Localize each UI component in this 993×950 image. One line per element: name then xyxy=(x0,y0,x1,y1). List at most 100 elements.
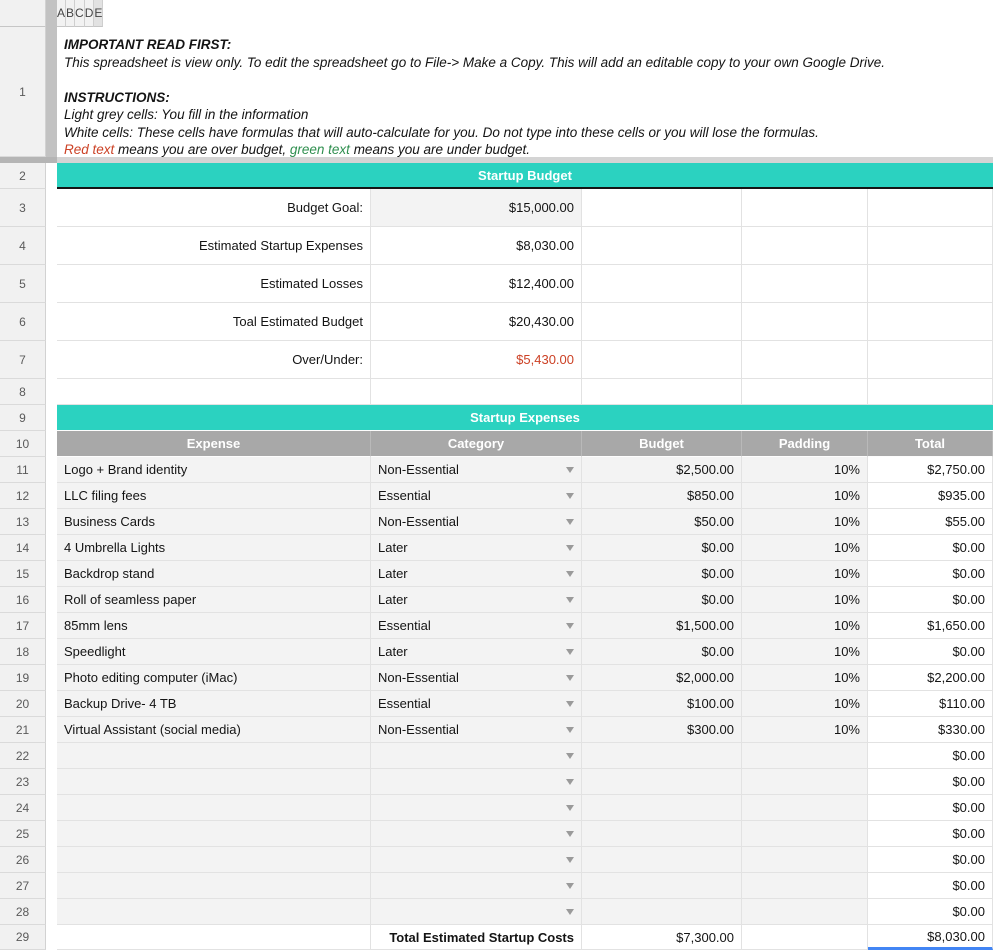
padding-value-14[interactable]: 10% xyxy=(742,535,868,561)
cell-d6[interactable] xyxy=(742,303,868,341)
summary-value-6[interactable]: $20,430.00 xyxy=(371,303,582,341)
category-dropdown-26[interactable] xyxy=(371,847,582,873)
select-all-corner[interactable] xyxy=(0,0,46,27)
padding-value-17[interactable]: 10% xyxy=(742,613,868,639)
budget-value-17[interactable]: $1,500.00 xyxy=(582,613,742,639)
summary-value-4[interactable]: $8,030.00 xyxy=(371,227,582,265)
row-number-7[interactable]: 7 xyxy=(0,341,46,379)
cell-b8[interactable] xyxy=(371,379,582,405)
category-dropdown-25[interactable] xyxy=(371,821,582,847)
expense-name-18[interactable]: Speedlight xyxy=(57,639,371,665)
expense-name-14[interactable]: 4 Umbrella Lights xyxy=(57,535,371,561)
budget-value-25[interactable] xyxy=(582,821,742,847)
summary-label-7[interactable]: Over/Under: xyxy=(57,341,371,379)
expense-name-26[interactable] xyxy=(57,847,371,873)
cell-d3[interactable] xyxy=(742,189,868,227)
row-number-19[interactable]: 19 xyxy=(0,665,46,691)
expense-name-17[interactable]: 85mm lens xyxy=(57,613,371,639)
budget-value-24[interactable] xyxy=(582,795,742,821)
dropdown-arrow-icon[interactable] xyxy=(566,675,574,681)
cell-d7[interactable] xyxy=(742,341,868,379)
category-dropdown-19[interactable]: Non-Essential xyxy=(371,665,582,691)
column-header-c[interactable]: C xyxy=(75,0,85,27)
expense-name-24[interactable] xyxy=(57,795,371,821)
cell-e6[interactable] xyxy=(868,303,993,341)
total-value-27[interactable]: $0.00 xyxy=(868,873,993,899)
row-number-8[interactable]: 8 xyxy=(0,379,46,405)
row-number-10[interactable]: 10 xyxy=(0,431,46,457)
budget-value-11[interactable]: $2,500.00 xyxy=(582,457,742,483)
header-category[interactable]: Category xyxy=(371,431,582,457)
padding-value-22[interactable] xyxy=(742,743,868,769)
instructions-cell[interactable]: IMPORTANT READ FIRST: This spreadsheet i… xyxy=(57,27,993,157)
dropdown-arrow-icon[interactable] xyxy=(566,779,574,785)
dropdown-arrow-icon[interactable] xyxy=(566,519,574,525)
expense-name-21[interactable]: Virtual Assistant (social media) xyxy=(57,717,371,743)
row-number-16[interactable]: 16 xyxy=(0,587,46,613)
expense-name-25[interactable] xyxy=(57,821,371,847)
dropdown-arrow-icon[interactable] xyxy=(566,753,574,759)
total-value-18[interactable]: $0.00 xyxy=(868,639,993,665)
category-dropdown-14[interactable]: Later xyxy=(371,535,582,561)
total-value-16[interactable]: $0.00 xyxy=(868,587,993,613)
cell-c5[interactable] xyxy=(582,265,742,303)
category-dropdown-12[interactable]: Essential xyxy=(371,483,582,509)
row-number-5[interactable]: 5 xyxy=(0,265,46,303)
budget-value-18[interactable]: $0.00 xyxy=(582,639,742,665)
row-number-9[interactable]: 9 xyxy=(0,405,46,431)
expense-name-27[interactable] xyxy=(57,873,371,899)
total-value-28[interactable]: $0.00 xyxy=(868,899,993,925)
row-number-23[interactable]: 23 xyxy=(0,769,46,795)
summary-label-4[interactable]: Estimated Startup Expenses xyxy=(57,227,371,265)
budget-value-15[interactable]: $0.00 xyxy=(582,561,742,587)
row-number-12[interactable]: 12 xyxy=(0,483,46,509)
cell-e4[interactable] xyxy=(868,227,993,265)
row-number-29[interactable]: 29 xyxy=(0,925,46,950)
padding-value-11[interactable]: 10% xyxy=(742,457,868,483)
column-header-e[interactable]: E xyxy=(94,0,103,27)
row-number-21[interactable]: 21 xyxy=(0,717,46,743)
dropdown-arrow-icon[interactable] xyxy=(566,571,574,577)
category-dropdown-28[interactable] xyxy=(371,899,582,925)
column-header-d[interactable]: D xyxy=(85,0,95,27)
column-header-a[interactable]: A xyxy=(57,0,66,27)
expense-name-13[interactable]: Business Cards xyxy=(57,509,371,535)
total-budget-cell[interactable]: $7,300.00 xyxy=(582,925,742,950)
row-number-14[interactable]: 14 xyxy=(0,535,46,561)
row-number-17[interactable]: 17 xyxy=(0,613,46,639)
expense-name-22[interactable] xyxy=(57,743,371,769)
cell-c3[interactable] xyxy=(582,189,742,227)
budget-value-16[interactable]: $0.00 xyxy=(582,587,742,613)
cell-c6[interactable] xyxy=(582,303,742,341)
row-number-11[interactable]: 11 xyxy=(0,457,46,483)
dropdown-arrow-icon[interactable] xyxy=(566,909,574,915)
padding-value-21[interactable]: 10% xyxy=(742,717,868,743)
padding-value-19[interactable]: 10% xyxy=(742,665,868,691)
summary-label-6[interactable]: Toal Estimated Budget xyxy=(57,303,371,341)
row-number-1[interactable]: 1 xyxy=(0,27,46,157)
category-dropdown-24[interactable] xyxy=(371,795,582,821)
padding-value-12[interactable]: 10% xyxy=(742,483,868,509)
padding-value-27[interactable] xyxy=(742,873,868,899)
expense-name-20[interactable]: Backup Drive- 4 TB xyxy=(57,691,371,717)
dropdown-arrow-icon[interactable] xyxy=(566,727,574,733)
total-value-23[interactable]: $0.00 xyxy=(868,769,993,795)
row-number-2[interactable]: 2 xyxy=(0,163,46,189)
dropdown-arrow-icon[interactable] xyxy=(566,493,574,499)
budget-value-20[interactable]: $100.00 xyxy=(582,691,742,717)
expense-name-19[interactable]: Photo editing computer (iMac) xyxy=(57,665,371,691)
budget-value-14[interactable]: $0.00 xyxy=(582,535,742,561)
expense-name-12[interactable]: LLC filing fees xyxy=(57,483,371,509)
dropdown-arrow-icon[interactable] xyxy=(566,857,574,863)
header-total[interactable]: Total xyxy=(868,431,993,457)
budget-value-12[interactable]: $850.00 xyxy=(582,483,742,509)
budget-value-13[interactable]: $50.00 xyxy=(582,509,742,535)
dropdown-arrow-icon[interactable] xyxy=(566,831,574,837)
total-value-24[interactable]: $0.00 xyxy=(868,795,993,821)
category-dropdown-20[interactable]: Essential xyxy=(371,691,582,717)
cell-a29[interactable] xyxy=(57,925,371,950)
total-value-19[interactable]: $2,200.00 xyxy=(868,665,993,691)
expense-name-11[interactable]: Logo + Brand identity xyxy=(57,457,371,483)
total-value-25[interactable]: $0.00 xyxy=(868,821,993,847)
header-padding[interactable]: Padding xyxy=(742,431,868,457)
